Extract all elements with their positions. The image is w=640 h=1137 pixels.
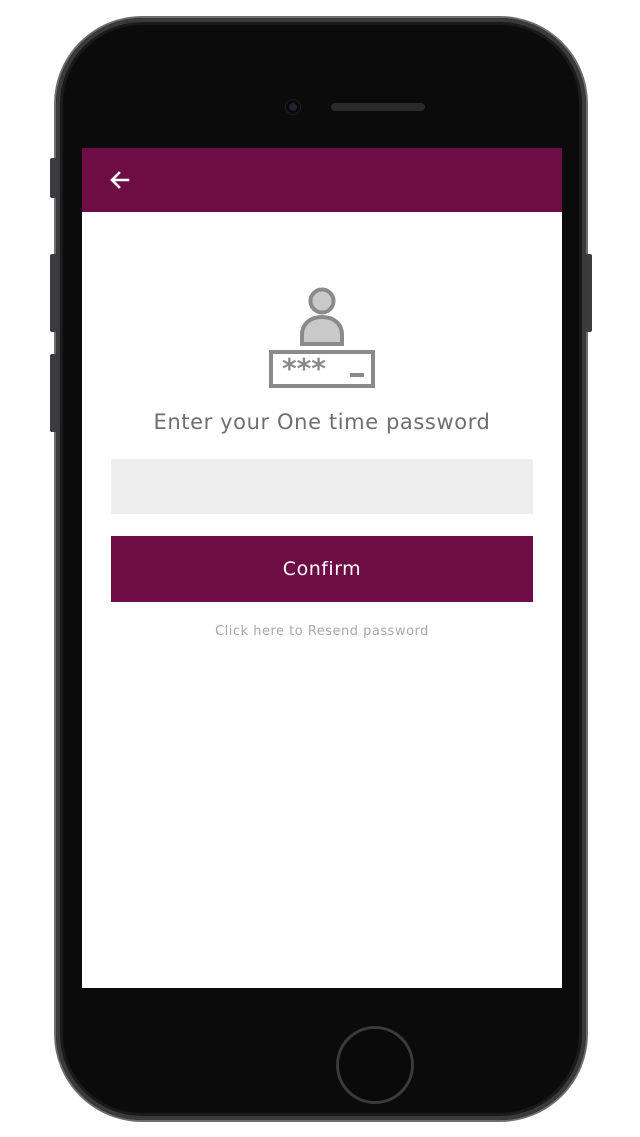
app-header [82, 148, 562, 212]
home-button[interactable] [336, 1026, 414, 1104]
earpiece-speaker [331, 103, 425, 111]
arrow-left-icon [110, 171, 130, 189]
front-camera [286, 100, 300, 114]
volume-up-button [50, 254, 57, 332]
confirm-button[interactable]: Confirm [111, 536, 533, 602]
mute-switch [50, 158, 57, 198]
resend-password-link[interactable]: Click here to Resend password [82, 624, 562, 639]
otp-input[interactable] [111, 459, 533, 514]
back-button[interactable] [104, 164, 136, 196]
user-password-icon: *** [269, 287, 375, 388]
volume-down-button [50, 354, 57, 432]
svg-text:***: *** [282, 352, 326, 385]
power-button [585, 254, 592, 332]
otp-prompt-text: Enter your One time password [153, 410, 491, 434]
stage: *** Enter your One time password Confirm… [0, 0, 640, 1137]
app-screen: *** Enter your One time password Confirm… [82, 148, 562, 988]
